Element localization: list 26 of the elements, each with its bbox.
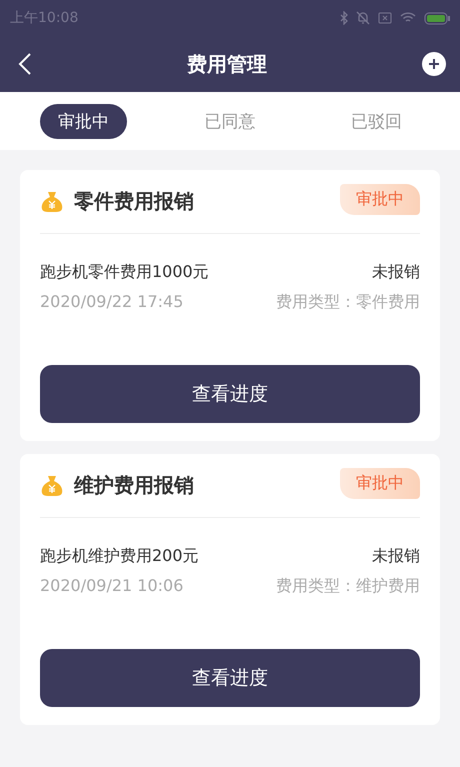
progress-button[interactable]: 查看进度: [40, 365, 420, 423]
money-bag-icon: [40, 474, 64, 496]
status-badge: 审批中: [340, 468, 420, 499]
back-icon[interactable]: [18, 52, 32, 76]
card-title: 零件费用报销: [74, 188, 195, 215]
expense-type: 费用类型：零件费用: [276, 292, 420, 313]
money-bag-icon: [40, 190, 64, 212]
status-badge: 审批中: [340, 184, 420, 215]
progress-button[interactable]: 查看进度: [40, 649, 420, 707]
expense-item: 跑步机零件费用1000元: [40, 262, 209, 283]
sim-icon: [378, 12, 392, 24]
muted-bell-icon: [356, 11, 370, 25]
expense-date: 2020/09/21 10:06: [40, 576, 184, 597]
wifi-icon: [400, 12, 416, 24]
reimbursement-status: 未报销: [372, 262, 420, 283]
tab[interactable]: 审批中: [40, 104, 127, 138]
add-icon[interactable]: [422, 52, 446, 76]
expense-date: 2020/09/22 17:45: [40, 292, 184, 313]
expense-type: 费用类型：维护费用: [276, 576, 420, 597]
page-title: 费用管理: [187, 50, 267, 78]
battery-icon: [424, 12, 450, 24]
expense-item: 跑步机维护费用200元: [40, 546, 199, 567]
status-time: 上午10:08: [10, 9, 78, 27]
bluetooth-icon: [340, 11, 348, 25]
card-title: 维护费用报销: [74, 472, 195, 499]
reimbursement-status: 未报销: [372, 546, 420, 567]
